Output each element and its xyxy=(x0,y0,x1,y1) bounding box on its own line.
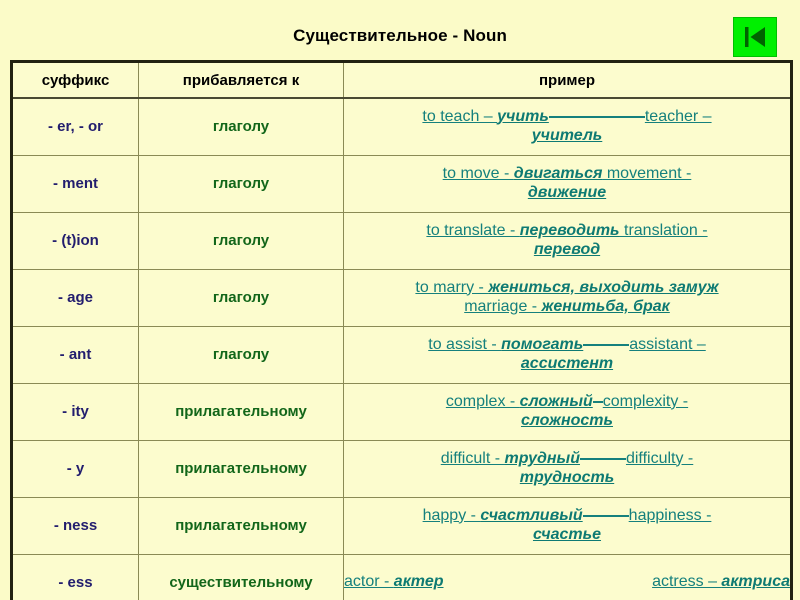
cell-suffix: - age xyxy=(11,268,139,327)
table-row: - er, - or глаголу to teach – учить teach… xyxy=(11,97,792,156)
example-ru: переводить xyxy=(519,221,620,239)
cell-attaches-to: прилагательному xyxy=(138,439,344,498)
example-ru: двигаться xyxy=(513,164,603,182)
example-ru: трудность xyxy=(519,468,615,486)
cell-attaches-to: прилагательному xyxy=(138,382,344,441)
example-ru: учить xyxy=(497,107,549,125)
example-ru: актриса xyxy=(721,573,790,591)
cell-suffix: - ess xyxy=(11,553,139,600)
table-row: - (t)ion глаголу to translate - переводи… xyxy=(11,211,792,270)
column-header-attaches-to: прибавляется к xyxy=(138,61,344,99)
example-ru: сложный xyxy=(519,392,593,410)
table-row: - y прилагательному difficult - трудный d… xyxy=(11,439,792,498)
cell-example: to marry - жениться, выходить замуж marr… xyxy=(343,268,792,327)
cell-suffix: - ant xyxy=(11,325,139,384)
example-en: to assist - xyxy=(428,335,502,353)
cell-attaches-to: глаголу xyxy=(138,268,344,327)
cell-example: actor - актер actress – актриса xyxy=(343,553,792,600)
underline-filler xyxy=(548,115,645,118)
cell-example: difficult - трудный difficulty - трудност… xyxy=(343,439,792,498)
table-row: - ity прилагательному complex - сложный c… xyxy=(11,382,792,441)
skip-back-icon xyxy=(742,24,768,50)
example-en: movement - xyxy=(602,164,692,182)
cell-attaches-to: глаголу xyxy=(138,211,344,270)
cell-example: happy - счастливый happiness - счастье xyxy=(343,496,792,555)
prev-slide-button[interactable] xyxy=(733,17,777,57)
example-ru: сложность xyxy=(520,411,614,429)
cell-attaches-to: прилагательному xyxy=(138,496,344,555)
cell-suffix: - ness xyxy=(11,496,139,555)
cell-suffix: - er, - or xyxy=(11,97,139,156)
page-title: Существительное - Noun xyxy=(293,26,507,45)
cell-example: to move - двигаться movement - движение xyxy=(343,154,792,213)
cell-attaches-to: глаголу xyxy=(138,97,344,156)
example-ru: движение xyxy=(527,183,607,201)
example-en: actress – xyxy=(652,573,722,591)
example-ru: ассистент xyxy=(520,354,614,372)
example-ru: трудный xyxy=(504,449,580,467)
example-en: assistant – xyxy=(629,335,706,353)
underline-filler xyxy=(582,514,629,517)
example-ru: актер xyxy=(393,573,444,591)
cell-attaches-to: существительному xyxy=(138,553,344,600)
example-ru: женитьба, брак xyxy=(541,297,670,315)
underline-filler xyxy=(579,457,626,460)
example-en: complex - xyxy=(445,392,520,410)
example-en: to move - xyxy=(442,164,514,182)
table-header-row: суффикс прибавляется к пример xyxy=(11,61,792,99)
example-ru: учитель xyxy=(531,126,603,144)
example-ru: перевод xyxy=(533,240,601,258)
example-ru: счастливый xyxy=(480,506,583,524)
table-row: - age глаголу to marry - жениться, выход… xyxy=(11,268,792,327)
table-row: - ess существительному actor - актер act… xyxy=(11,553,792,600)
cell-suffix: - ment xyxy=(11,154,139,213)
cell-example: complex - сложный complexity - сложность xyxy=(343,382,792,441)
example-en: complexity - xyxy=(602,392,689,410)
slide: Существительное - Noun суффикс прибавляе… xyxy=(0,0,800,600)
cell-suffix: - (t)ion xyxy=(11,211,139,270)
cell-suffix: - y xyxy=(11,439,139,498)
table-row: - ant глаголу to assist - помогать assist… xyxy=(11,325,792,384)
example-ru: счастье xyxy=(532,525,602,543)
column-header-suffix: суффикс xyxy=(11,61,139,99)
example-ru: жениться, выходить замуж xyxy=(488,278,719,296)
table-row: - ment глаголу to move - двигаться movem… xyxy=(11,154,792,213)
cell-suffix: - ity xyxy=(11,382,139,441)
cell-attaches-to: глаголу xyxy=(138,154,344,213)
example-en: actor - xyxy=(344,573,394,591)
cell-example: to translate - переводить translation - … xyxy=(343,211,792,270)
example-en: to teach – xyxy=(422,107,498,125)
underline-filler xyxy=(583,343,630,346)
table-row: - ness прилагательному happy - счастливы… xyxy=(11,496,792,555)
example-en: happiness - xyxy=(628,506,712,524)
example-en: to marry - xyxy=(415,278,489,296)
cell-example: to teach – учить teacher – учитель xyxy=(343,97,792,156)
example-en: translation - xyxy=(619,221,708,239)
cell-attaches-to: глаголу xyxy=(138,325,344,384)
column-header-example: пример xyxy=(343,61,792,99)
example-en: happy - xyxy=(422,506,481,524)
example-en: difficult - xyxy=(440,449,505,467)
example-en: teacher – xyxy=(644,107,712,125)
example-en: difficulty - xyxy=(625,449,694,467)
example-en: to translate - xyxy=(426,221,520,239)
example-ru: помогать xyxy=(501,335,584,353)
cell-example: to assist - помогать assistant – ассистен… xyxy=(343,325,792,384)
example-en: marriage - xyxy=(464,297,542,315)
noun-suffix-table: суффикс прибавляется к пример - er, - or… xyxy=(10,60,793,600)
underline-filler xyxy=(592,400,603,403)
